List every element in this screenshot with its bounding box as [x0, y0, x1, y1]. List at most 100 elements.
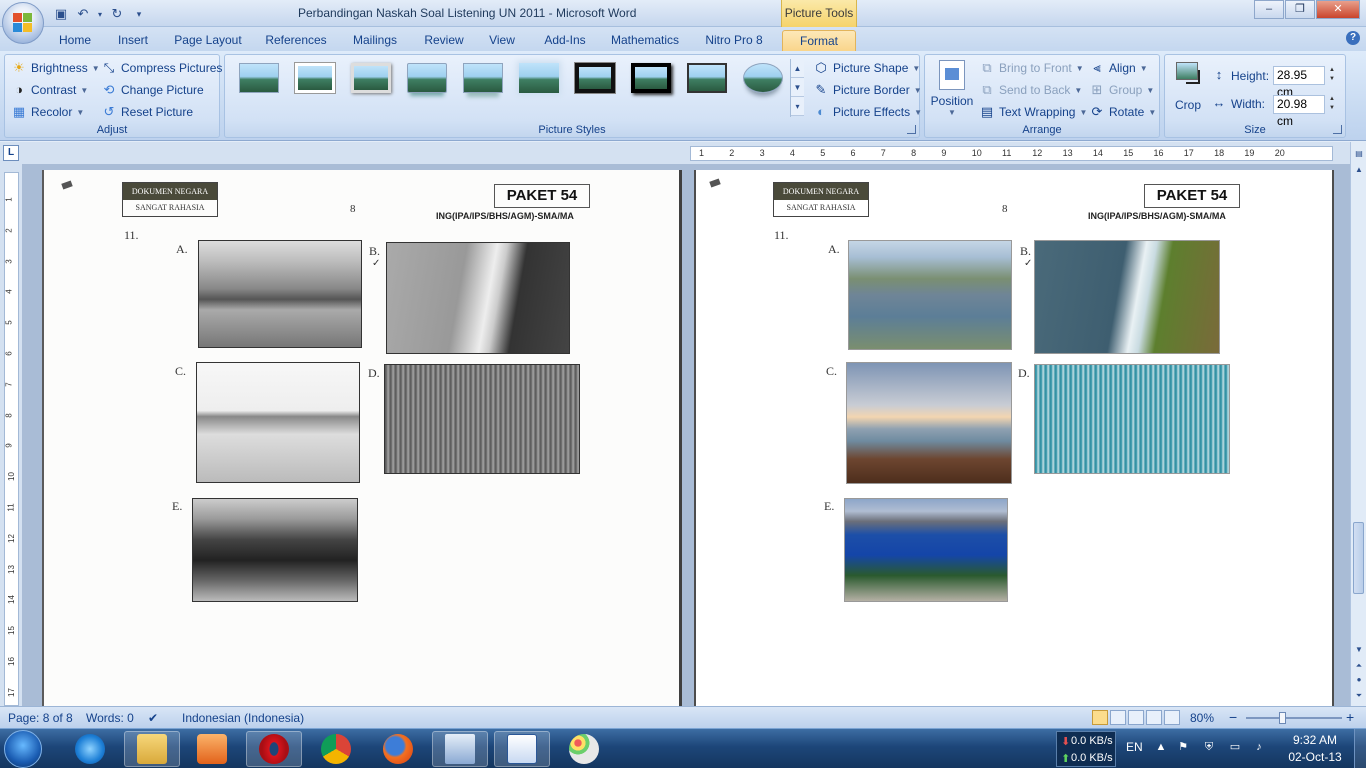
- web-layout-view-icon[interactable]: [1128, 710, 1144, 725]
- style-white-frame[interactable]: [295, 63, 335, 93]
- tab-format[interactable]: Format: [782, 30, 856, 51]
- ruler-toggle-icon[interactable]: ▤: [1352, 146, 1366, 161]
- style-thick-black[interactable]: [575, 63, 615, 93]
- show-desktop-button[interactable]: [1354, 729, 1366, 768]
- scroll-down-icon[interactable]: ▼: [1352, 642, 1366, 657]
- minimize-button[interactable]: –: [1254, 0, 1284, 19]
- photo-b-cliff-color[interactable]: [1034, 240, 1220, 354]
- vertical-scrollbar[interactable]: ▤ ▲ ▼ ⏶ ● ⏷: [1350, 142, 1366, 706]
- crop-button[interactable]: Crop: [1169, 58, 1207, 114]
- office-button[interactable]: [2, 2, 44, 44]
- taskbar-window[interactable]: [432, 731, 488, 767]
- photo-e-crater-lake-color[interactable]: [844, 498, 1008, 602]
- bring-to-front-button[interactable]: ⧉ Bring to Front ▼: [979, 58, 1083, 78]
- clock[interactable]: 9:32 AM 02-Oct-13: [1280, 732, 1350, 766]
- tab-page-layout[interactable]: Page Layout: [168, 30, 248, 51]
- picture-border-button[interactable]: ✎ Picture Border ▼: [813, 80, 922, 100]
- language-indicator-tray[interactable]: EN: [1126, 740, 1143, 754]
- taskbar-paint[interactable]: [556, 731, 612, 767]
- undo-icon[interactable]: ↶: [74, 5, 92, 23]
- show-hidden-icons-icon[interactable]: ▲: [1154, 740, 1168, 754]
- tab-nitro-pro[interactable]: Nitro Pro 8: [696, 30, 772, 51]
- width-input[interactable]: 20.98 cm: [1273, 95, 1325, 128]
- redo-icon[interactable]: ↻: [108, 5, 126, 23]
- zoom-slider-thumb[interactable]: [1279, 712, 1286, 724]
- photo-c-beach-grayscale[interactable]: [196, 362, 360, 483]
- tab-review[interactable]: Review: [416, 30, 472, 51]
- save-icon[interactable]: ▣: [52, 5, 70, 23]
- gallery-up-icon[interactable]: ▲: [791, 59, 804, 78]
- style-oval[interactable]: [743, 63, 783, 93]
- height-spinner-icon[interactable]: ▲ ▼: [1327, 66, 1337, 85]
- recolor-button[interactable]: ▦ Recolor ▼: [11, 102, 84, 122]
- maximize-button[interactable]: ❐: [1285, 0, 1315, 19]
- dialog-launcher-icon[interactable]: [907, 125, 916, 134]
- style-reflected-soft[interactable]: [463, 63, 503, 93]
- tab-mathematics[interactable]: Mathematics: [604, 30, 686, 51]
- zoom-in-icon[interactable]: +: [1346, 709, 1354, 725]
- photo-a-harbor-color[interactable]: [848, 240, 1012, 350]
- zoom-out-icon[interactable]: −: [1229, 709, 1237, 725]
- scroll-thumb[interactable]: [1353, 522, 1364, 594]
- taskbar-opera[interactable]: [246, 731, 302, 767]
- style-simple-frame[interactable]: [239, 63, 279, 93]
- style-shadow-frame[interactable]: [351, 63, 391, 93]
- width-spinner-icon[interactable]: ▲ ▼: [1327, 95, 1337, 114]
- undo-dropdown-icon[interactable]: ▾: [96, 5, 104, 23]
- send-to-back-button[interactable]: ⧉ Send to Back ▼: [979, 80, 1082, 100]
- vertical-ruler[interactable]: 1 2 3 4 5 6 7 8 9 10 11 12 13 14 15 16 17: [4, 172, 19, 706]
- taskbar-chrome[interactable]: [308, 731, 364, 767]
- flag-icon[interactable]: ⚑: [1176, 740, 1190, 754]
- full-screen-reading-view-icon[interactable]: [1110, 710, 1126, 725]
- tab-home[interactable]: Home: [52, 30, 98, 51]
- taskbar-word[interactable]: [494, 731, 550, 767]
- select-browse-object-icon[interactable]: ●: [1352, 672, 1366, 687]
- next-page-icon[interactable]: ⏷: [1352, 688, 1366, 703]
- tab-insert[interactable]: Insert: [110, 30, 156, 51]
- photo-c-beach-color[interactable]: [846, 362, 1012, 484]
- photo-b-cliff-grayscale[interactable]: [386, 242, 570, 354]
- taskbar-explorer[interactable]: [124, 731, 180, 767]
- help-icon[interactable]: ?: [1346, 31, 1360, 45]
- change-picture-button[interactable]: ⟲ Change Picture: [101, 80, 204, 100]
- gallery-more-icon[interactable]: ▾: [791, 97, 804, 116]
- tab-add-ins[interactable]: Add-Ins: [533, 30, 597, 51]
- language-indicator[interactable]: Indonesian (Indonesia): [182, 711, 304, 725]
- outline-view-icon[interactable]: [1146, 710, 1162, 725]
- taskbar-internet-explorer[interactable]: [62, 731, 118, 767]
- zoom-level[interactable]: 80%: [1190, 711, 1214, 725]
- align-button[interactable]: ⫷ Align ▼: [1089, 58, 1147, 78]
- picture-effects-button[interactable]: ◐ Picture Effects ▼: [813, 102, 922, 122]
- picture-shape-button[interactable]: ⬡ Picture Shape ▼: [813, 58, 920, 78]
- reset-picture-button[interactable]: ↺ Reset Picture: [101, 102, 193, 122]
- page-indicator[interactable]: Page: 8 of 8: [8, 711, 73, 725]
- start-button[interactable]: [4, 730, 42, 768]
- text-wrapping-button[interactable]: ▤ Text Wrapping ▼: [979, 102, 1088, 122]
- gallery-down-icon[interactable]: ▼: [791, 78, 804, 97]
- taskbar-media-player[interactable]: [184, 731, 240, 767]
- taskbar-firefox[interactable]: [370, 731, 426, 767]
- tab-selector[interactable]: L: [3, 145, 19, 161]
- customize-qat-icon[interactable]: ▾: [130, 5, 148, 23]
- compress-pictures-button[interactable]: ⤡ Compress Pictures: [101, 58, 223, 78]
- style-reflected[interactable]: [407, 63, 447, 93]
- tab-references[interactable]: References: [258, 30, 334, 51]
- tab-view[interactable]: View: [481, 30, 523, 51]
- proofing-icon[interactable]: ✔: [148, 711, 158, 725]
- print-layout-view-icon[interactable]: [1092, 710, 1108, 725]
- photo-e-crater-lake-grayscale[interactable]: [192, 498, 358, 602]
- photo-a-harbor-grayscale[interactable]: [198, 240, 362, 348]
- zoom-slider[interactable]: [1246, 717, 1342, 719]
- document-area[interactable]: DOKUMEN NEGARA SANGAT RAHASIA 8 PAKET 54…: [22, 164, 1350, 706]
- brightness-button[interactable]: ☀ Brightness ▼: [11, 58, 99, 78]
- previous-page-icon[interactable]: ⏶: [1352, 658, 1366, 673]
- rotate-button[interactable]: ⟳ Rotate ▼: [1089, 102, 1157, 122]
- style-thin-black[interactable]: [687, 63, 727, 93]
- word-count[interactable]: Words: 0: [86, 711, 134, 725]
- position-button[interactable]: Position ▼: [929, 58, 975, 118]
- security-icon[interactable]: ⛨: [1202, 740, 1216, 754]
- style-black-shadow[interactable]: [631, 63, 671, 93]
- volume-icon[interactable]: ♪: [1252, 740, 1266, 754]
- network-meter[interactable]: ⬇ 0.0 KB/s ⬆ 0.0 KB/s: [1056, 731, 1116, 767]
- height-input[interactable]: 28.95 cm: [1273, 66, 1325, 99]
